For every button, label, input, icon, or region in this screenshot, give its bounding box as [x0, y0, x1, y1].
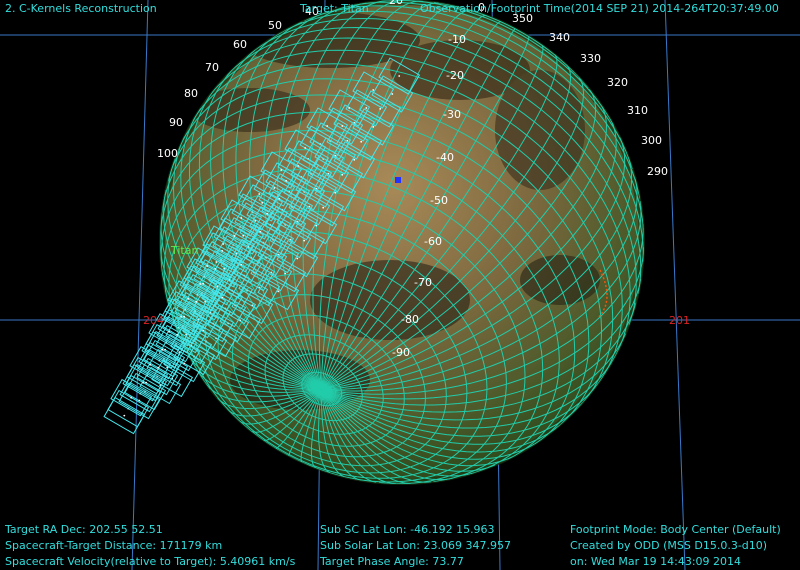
lat-label: -30: [443, 108, 461, 121]
footprint-center: [195, 300, 198, 303]
lon-label: 60: [233, 38, 247, 51]
footprint-center: [322, 206, 325, 209]
footprint-center: [199, 283, 202, 285]
phase-angle-readout: Target Phase Angle: 73.77: [320, 555, 464, 568]
lon-label: 320: [607, 76, 628, 89]
mode-title: 2. C-Kernels Reconstruction: [5, 2, 157, 15]
info-middle: Sub SC Lat Lon: -46.192 15.963 Sub Solar…: [320, 522, 511, 570]
created-on-readout: on: Wed Mar 19 14:43:09 2014: [570, 555, 742, 568]
footprint-center: [372, 89, 375, 91]
lat-label: -90: [392, 346, 410, 359]
footprint-center: [123, 414, 126, 417]
lat-label: -20: [446, 69, 464, 82]
footprint-center: [341, 125, 344, 127]
footprint-center: [284, 272, 287, 275]
lon-label: 300: [641, 134, 662, 147]
velocity-readout: Spacecraft Velocity(relative to Target):…: [5, 555, 296, 568]
footprint-center: [142, 381, 145, 384]
footprint-center: [315, 224, 318, 227]
footprint-center: [261, 202, 264, 204]
footprint-center: [206, 265, 209, 267]
footprint-center: [183, 315, 186, 318]
lon-label: 90: [169, 116, 183, 129]
lat-label: -50: [430, 194, 448, 207]
footprint-center: [164, 348, 167, 351]
footprint-center: [296, 257, 299, 260]
footprint-center: [379, 108, 382, 110]
footprint-center: [304, 147, 307, 149]
body-name-label: Titan: [170, 244, 198, 257]
footprint-center: [221, 250, 224, 252]
footprint-center: [258, 193, 261, 195]
footprint-center: [240, 217, 243, 219]
lon-label: 330: [580, 52, 601, 65]
footprint-center: [398, 75, 401, 77]
footprint-center: [391, 93, 394, 95]
lat-label: -60: [424, 235, 442, 248]
footprint-center: [348, 107, 351, 109]
footprint-center: [360, 140, 363, 143]
footprint-center: [180, 316, 183, 318]
footprint-center: [202, 282, 205, 285]
footprint-center: [149, 363, 152, 366]
footprint-center: [214, 268, 217, 270]
footprint-center: [254, 220, 257, 222]
footprint-center: [168, 330, 171, 333]
footprint-center: [187, 298, 190, 300]
footprint-center: [222, 243, 225, 245]
info-right: Footprint Mode: Body Center (Default) Cr…: [570, 522, 781, 570]
footprint-center: [341, 173, 344, 176]
target-label: Target: Titan: [300, 2, 369, 15]
footprint-center: [280, 169, 283, 171]
planet-view[interactable]: 350 340 330 320 310 300 290 40 50 60 70 …: [0, 0, 800, 570]
footprint-center: [145, 381, 148, 384]
ra-label: 204: [143, 314, 164, 327]
ra-dec-readout: Target RA Dec: 202.55 52.51: [5, 523, 163, 536]
footprint-center: [242, 234, 245, 237]
lat-label: -70: [414, 276, 432, 289]
lon-label: 20: [389, 0, 403, 7]
sub-spacecraft-marker: [395, 177, 401, 183]
footprint-mode-readout: Footprint Mode: Body Center (Default): [570, 523, 781, 536]
footprint-center: [365, 107, 368, 109]
footprint-center: [273, 187, 276, 189]
lon-label: 80: [184, 87, 198, 100]
sub-sc-readout: Sub SC Lat Lon: -46.192 15.963: [320, 523, 495, 536]
footprint-center: [161, 348, 164, 351]
distance-readout: Spacecraft-Target Distance: 171179 km: [5, 539, 223, 552]
sub-solar-readout: Sub Solar Lat Lon: 23.069 347.957: [320, 539, 511, 552]
lat-label: -80: [401, 313, 419, 326]
lon-label: 340: [549, 31, 570, 44]
lat-label: -40: [436, 151, 454, 164]
footprint-center: [176, 333, 179, 336]
lon-label: 290: [647, 165, 668, 178]
footprint-center: [334, 191, 337, 194]
created-by-readout: Created by ODD (MSS D15.0.3-d10): [570, 539, 768, 552]
footprint-center: [215, 261, 218, 263]
lat-label: -10: [448, 33, 466, 46]
ra-label: 201: [669, 314, 690, 327]
footprint-center: [138, 399, 141, 402]
footprint-center: [233, 235, 236, 237]
footprint-center: [353, 158, 356, 161]
footprint-center: [277, 290, 280, 293]
lon-label: 100: [157, 147, 178, 160]
footprint-center: [372, 126, 375, 128]
lon-label: 310: [627, 104, 648, 117]
lon-label: 70: [205, 61, 219, 74]
info-left: Target RA Dec: 202.55 52.51 Spacecraft-T…: [5, 522, 295, 570]
lon-label: 50: [268, 19, 282, 32]
observation-time: Observation/Footprint Time(2014 SEP 21) …: [420, 2, 779, 15]
footprint-center: [326, 125, 329, 127]
footprint-center: [157, 366, 160, 369]
footprint-center: [130, 396, 133, 399]
footprint-center: [303, 239, 306, 242]
